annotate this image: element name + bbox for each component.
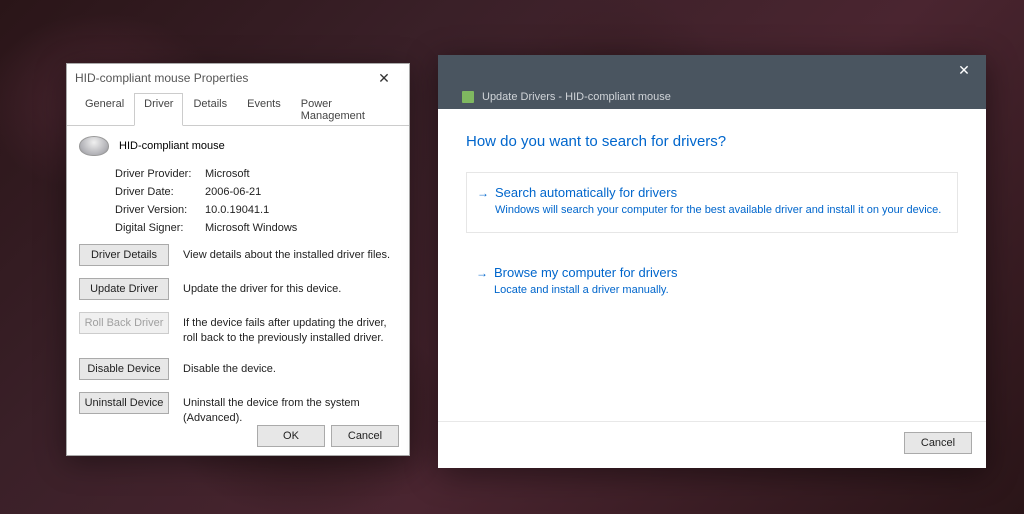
mouse-icon xyxy=(79,136,109,156)
uninstall-device-button[interactable]: Uninstall Device xyxy=(79,392,169,414)
option-browse-title: Browse my computer for drivers xyxy=(494,265,944,280)
wizard-footer: Cancel xyxy=(438,421,986,468)
driver-details-button[interactable]: Driver Details xyxy=(79,244,169,266)
driver-info: Driver Provider: Microsoft Driver Date: … xyxy=(115,168,397,234)
option-browse-computer[interactable]: → Browse my computer for drivers Locate … xyxy=(466,253,958,312)
tab-events[interactable]: Events xyxy=(237,93,291,126)
roll-back-desc: If the device fails after updating the d… xyxy=(183,312,397,346)
disable-device-desc: Disable the device. xyxy=(183,358,397,377)
arrow-right-icon: → xyxy=(476,266,488,280)
provider-value: Microsoft xyxy=(205,168,250,180)
driver-details-desc: View details about the installed driver … xyxy=(183,244,397,263)
wizard-body: How do you want to search for drivers? →… xyxy=(438,109,986,421)
wizard-breadcrumb-bar: Update Drivers - HID-compliant mouse xyxy=(438,85,986,109)
wizard-cancel-button[interactable]: Cancel xyxy=(904,432,972,454)
properties-dialog: HID-compliant mouse Properties ✕ General… xyxy=(66,63,410,456)
properties-body: HID-compliant mouse Driver Provider: Mic… xyxy=(67,126,409,425)
info-row-version: Driver Version: 10.0.19041.1 xyxy=(115,204,397,216)
uninstall-device-desc: Uninstall the device from the system (Ad… xyxy=(183,392,397,426)
wizard-breadcrumb: Update Drivers - HID-compliant mouse xyxy=(482,91,671,103)
provider-label: Driver Provider: xyxy=(115,168,205,180)
close-icon[interactable]: ✕ xyxy=(367,68,401,88)
row-update-driver: Update Driver Update the driver for this… xyxy=(79,278,397,300)
ok-button[interactable]: OK xyxy=(257,425,325,447)
row-disable-device: Disable Device Disable the device. xyxy=(79,358,397,380)
properties-titlebar[interactable]: HID-compliant mouse Properties ✕ xyxy=(67,64,409,92)
option-auto-title: Search automatically for drivers xyxy=(495,185,943,200)
arrow-right-icon: → xyxy=(477,186,489,200)
close-icon[interactable]: ✕ xyxy=(942,55,986,85)
properties-tabs: General Driver Details Events Power Mana… xyxy=(67,92,409,126)
tab-general[interactable]: General xyxy=(75,93,134,126)
driver-buttons: Driver Details View details about the in… xyxy=(79,244,397,425)
version-value: 10.0.19041.1 xyxy=(205,204,269,216)
disable-device-button[interactable]: Disable Device xyxy=(79,358,169,380)
tab-details[interactable]: Details xyxy=(183,93,237,126)
update-drivers-dialog: ✕ Update Drivers - HID-compliant mouse H… xyxy=(438,55,986,468)
version-label: Driver Version: xyxy=(115,204,205,216)
info-row-provider: Driver Provider: Microsoft xyxy=(115,168,397,180)
update-driver-button[interactable]: Update Driver xyxy=(79,278,169,300)
chip-icon xyxy=(462,91,474,103)
wizard-titlebar[interactable]: ✕ xyxy=(438,55,986,85)
option-auto-desc: Windows will search your computer for th… xyxy=(495,203,943,218)
tab-driver[interactable]: Driver xyxy=(134,93,183,126)
properties-footer: OK Cancel xyxy=(257,425,399,447)
row-driver-details: Driver Details View details about the in… xyxy=(79,244,397,266)
option-browse-desc: Locate and install a driver manually. xyxy=(494,283,944,298)
row-uninstall-device: Uninstall Device Uninstall the device fr… xyxy=(79,392,397,426)
row-roll-back: Roll Back Driver If the device fails aft… xyxy=(79,312,397,346)
tab-power-management[interactable]: Power Management xyxy=(291,93,401,126)
cancel-button[interactable]: Cancel xyxy=(331,425,399,447)
signer-value: Microsoft Windows xyxy=(205,222,297,234)
properties-title: HID-compliant mouse Properties xyxy=(75,71,248,85)
update-driver-desc: Update the driver for this device. xyxy=(183,278,397,297)
wizard-heading: How do you want to search for drivers? xyxy=(466,133,958,150)
device-name: HID-compliant mouse xyxy=(119,140,225,152)
signer-label: Digital Signer: xyxy=(115,222,205,234)
roll-back-driver-button: Roll Back Driver xyxy=(79,312,169,334)
info-row-date: Driver Date: 2006-06-21 xyxy=(115,186,397,198)
info-row-signer: Digital Signer: Microsoft Windows xyxy=(115,222,397,234)
date-label: Driver Date: xyxy=(115,186,205,198)
device-header: HID-compliant mouse xyxy=(79,136,397,156)
option-search-automatically[interactable]: → Search automatically for drivers Windo… xyxy=(466,172,958,233)
date-value: 2006-06-21 xyxy=(205,186,261,198)
